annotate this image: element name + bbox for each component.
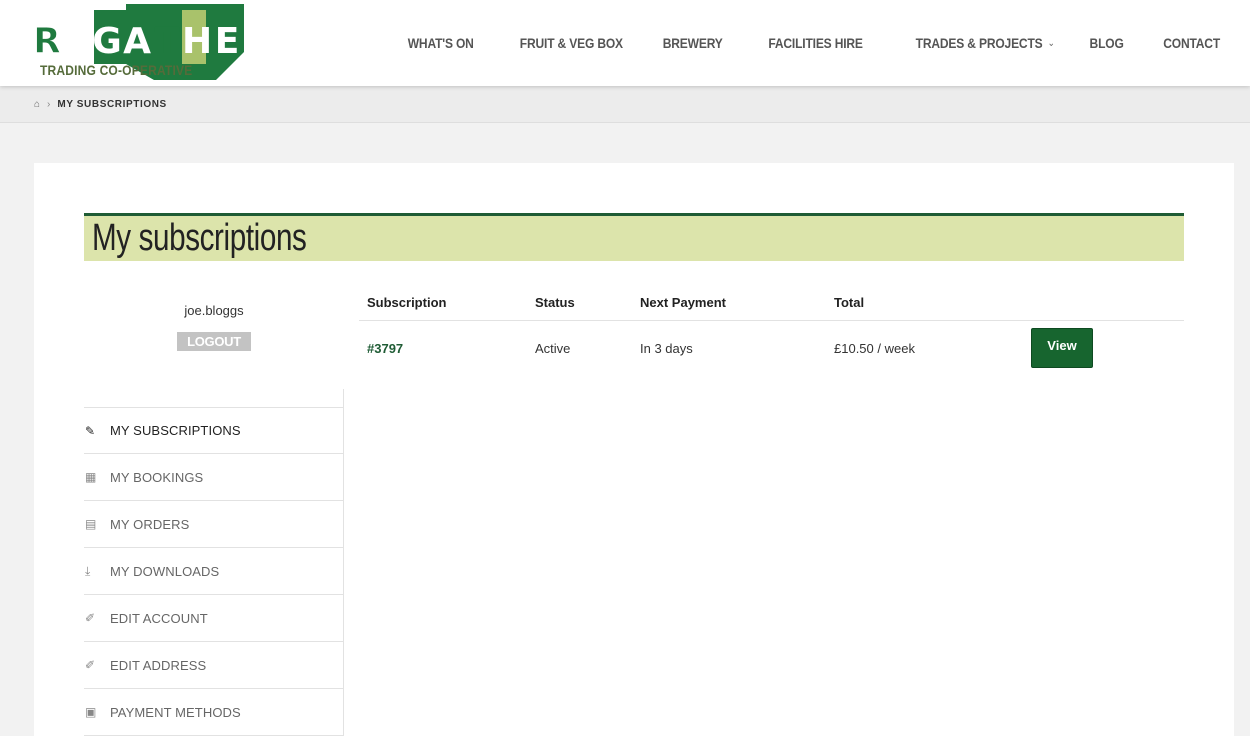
logo-wordmark: R E G A T H E R <box>32 20 272 64</box>
account-card: My subscriptions joe.bloggs LOGOUT ✎ MY … <box>34 163 1234 736</box>
nav-item-blog[interactable]: BLOG <box>1090 35 1124 51</box>
col-header-next-payment: Next Payment <box>640 295 726 310</box>
nav-item-facilities-hire[interactable]: FACILITIES HIRE <box>768 35 863 51</box>
total-cell: £10.50 / week <box>834 340 915 356</box>
nav-label: FRUIT & VEG BOX <box>520 35 624 51</box>
nav-item-brewery[interactable]: BREWERY <box>663 35 723 51</box>
logo-letter: T <box>154 21 180 62</box>
sidebar-item-label: EDIT ACCOUNT <box>110 610 208 626</box>
site-header: R E G A T H E R TRADING CO-OPERATIVE WHA… <box>0 0 1250 86</box>
sidebar-item-label: MY BOOKINGS <box>110 469 204 485</box>
nav-label: BLOG <box>1089 35 1124 51</box>
subscription-cell: #3797 <box>359 341 535 356</box>
sidebar-item-label: MY ORDERS <box>110 516 190 532</box>
calendar-icon: ▦ <box>85 470 97 484</box>
sidebar-item-payment-methods[interactable]: ▣ PAYMENT METHODS <box>84 689 344 736</box>
edit-icon: ✐ <box>85 611 96 625</box>
next-payment-cell: In 3 days <box>640 340 693 356</box>
nav-label: FACILITIES HIRE <box>768 35 863 51</box>
logo-letter: R <box>243 21 271 62</box>
nav-label: CONTACT <box>1163 35 1220 51</box>
sidebar-item-label: MY DOWNLOADS <box>110 563 220 579</box>
sidebar-item-my-subscriptions[interactable]: ✎ MY SUBSCRIPTIONS <box>84 407 344 454</box>
page-title-bar: My subscriptions <box>84 213 1184 261</box>
logo-letter: E <box>64 21 90 62</box>
nav-label: TRADES & PROJECTS <box>915 35 1043 51</box>
nav-label: BREWERY <box>662 35 723 51</box>
logo-letter: G <box>92 21 122 62</box>
logo-letter: R <box>33 21 62 63</box>
sidebar-item-label: PAYMENT METHODS <box>110 704 241 720</box>
view-button[interactable]: View <box>1031 328 1093 368</box>
nav-item-trades-projects[interactable]: TRADES & PROJECTS ⌄ <box>915 35 1054 51</box>
nav-item-whats-on[interactable]: WHAT'S ON <box>407 35 473 51</box>
nav-label: WHAT'S ON <box>407 35 474 51</box>
logo-tagline: TRADING CO-OPERATIVE <box>40 62 193 78</box>
document-icon: ▤ <box>85 517 97 531</box>
breadcrumb: ⌂ › MY SUBSCRIPTIONS <box>0 86 1250 123</box>
logout-button[interactable]: LOGOUT <box>177 332 251 351</box>
nav-item-fruit-veg-box[interactable]: FRUIT & VEG BOX <box>520 35 623 51</box>
actions-cell: View <box>1031 328 1171 368</box>
chevron-down-icon: ⌄ <box>1047 37 1055 49</box>
subscriptions-table: Subscription Status Next Payment Total #… <box>359 285 1184 375</box>
chevron-right-icon: › <box>47 98 51 110</box>
table-row: #3797 Active In 3 days £10.50 / week Vie… <box>359 321 1184 375</box>
logo-letter: H <box>182 21 213 62</box>
main-nav: WHAT'S ON FRUIT & VEG BOX BREWERY FACILI… <box>367 0 1220 86</box>
sidebar-item-label: EDIT ADDRESS <box>110 657 207 673</box>
sidebar-item-label: MY SUBSCRIPTIONS <box>110 423 241 438</box>
download-icon: ⤓ <box>85 563 91 578</box>
pencil-icon: ✎ <box>85 423 96 438</box>
logo-letter: A <box>123 21 151 62</box>
user-box: joe.bloggs LOGOUT <box>84 303 344 351</box>
breadcrumb-current: MY SUBSCRIPTIONS <box>57 98 167 110</box>
col-header-subscription: Subscription <box>367 295 447 310</box>
regather-logo[interactable]: R E G A T H E R TRADING CO-OPERATIVE <box>32 4 271 82</box>
sidebar-item-edit-address[interactable]: ✐ EDIT ADDRESS <box>84 642 344 689</box>
username: joe.bloggs <box>184 303 244 318</box>
sidebar-item-edit-account[interactable]: ✐ EDIT ACCOUNT <box>84 595 344 642</box>
page-title: My subscriptions <box>92 217 307 259</box>
status-cell: Active <box>535 340 571 356</box>
account-menu: ✎ MY SUBSCRIPTIONS ▦ MY BOOKINGS ▤ MY OR… <box>84 407 344 736</box>
sidebar-item-my-orders[interactable]: ▤ MY ORDERS <box>84 501 344 548</box>
home-icon[interactable]: ⌂ <box>34 99 40 110</box>
table-header: Subscription Status Next Payment Total <box>359 285 1184 321</box>
logo-letter: E <box>214 21 240 62</box>
subscription-link[interactable]: #3797 <box>367 341 403 356</box>
money-icon: ▣ <box>85 705 97 719</box>
col-header-total: Total <box>834 295 865 310</box>
nav-item-contact[interactable]: CONTACT <box>1163 35 1220 51</box>
sidebar-item-my-downloads[interactable]: ⤓ MY DOWNLOADS <box>84 548 344 595</box>
sidebar-item-my-bookings[interactable]: ▦ MY BOOKINGS <box>84 454 344 501</box>
edit-icon: ✐ <box>85 658 96 672</box>
col-header-status: Status <box>535 295 575 310</box>
